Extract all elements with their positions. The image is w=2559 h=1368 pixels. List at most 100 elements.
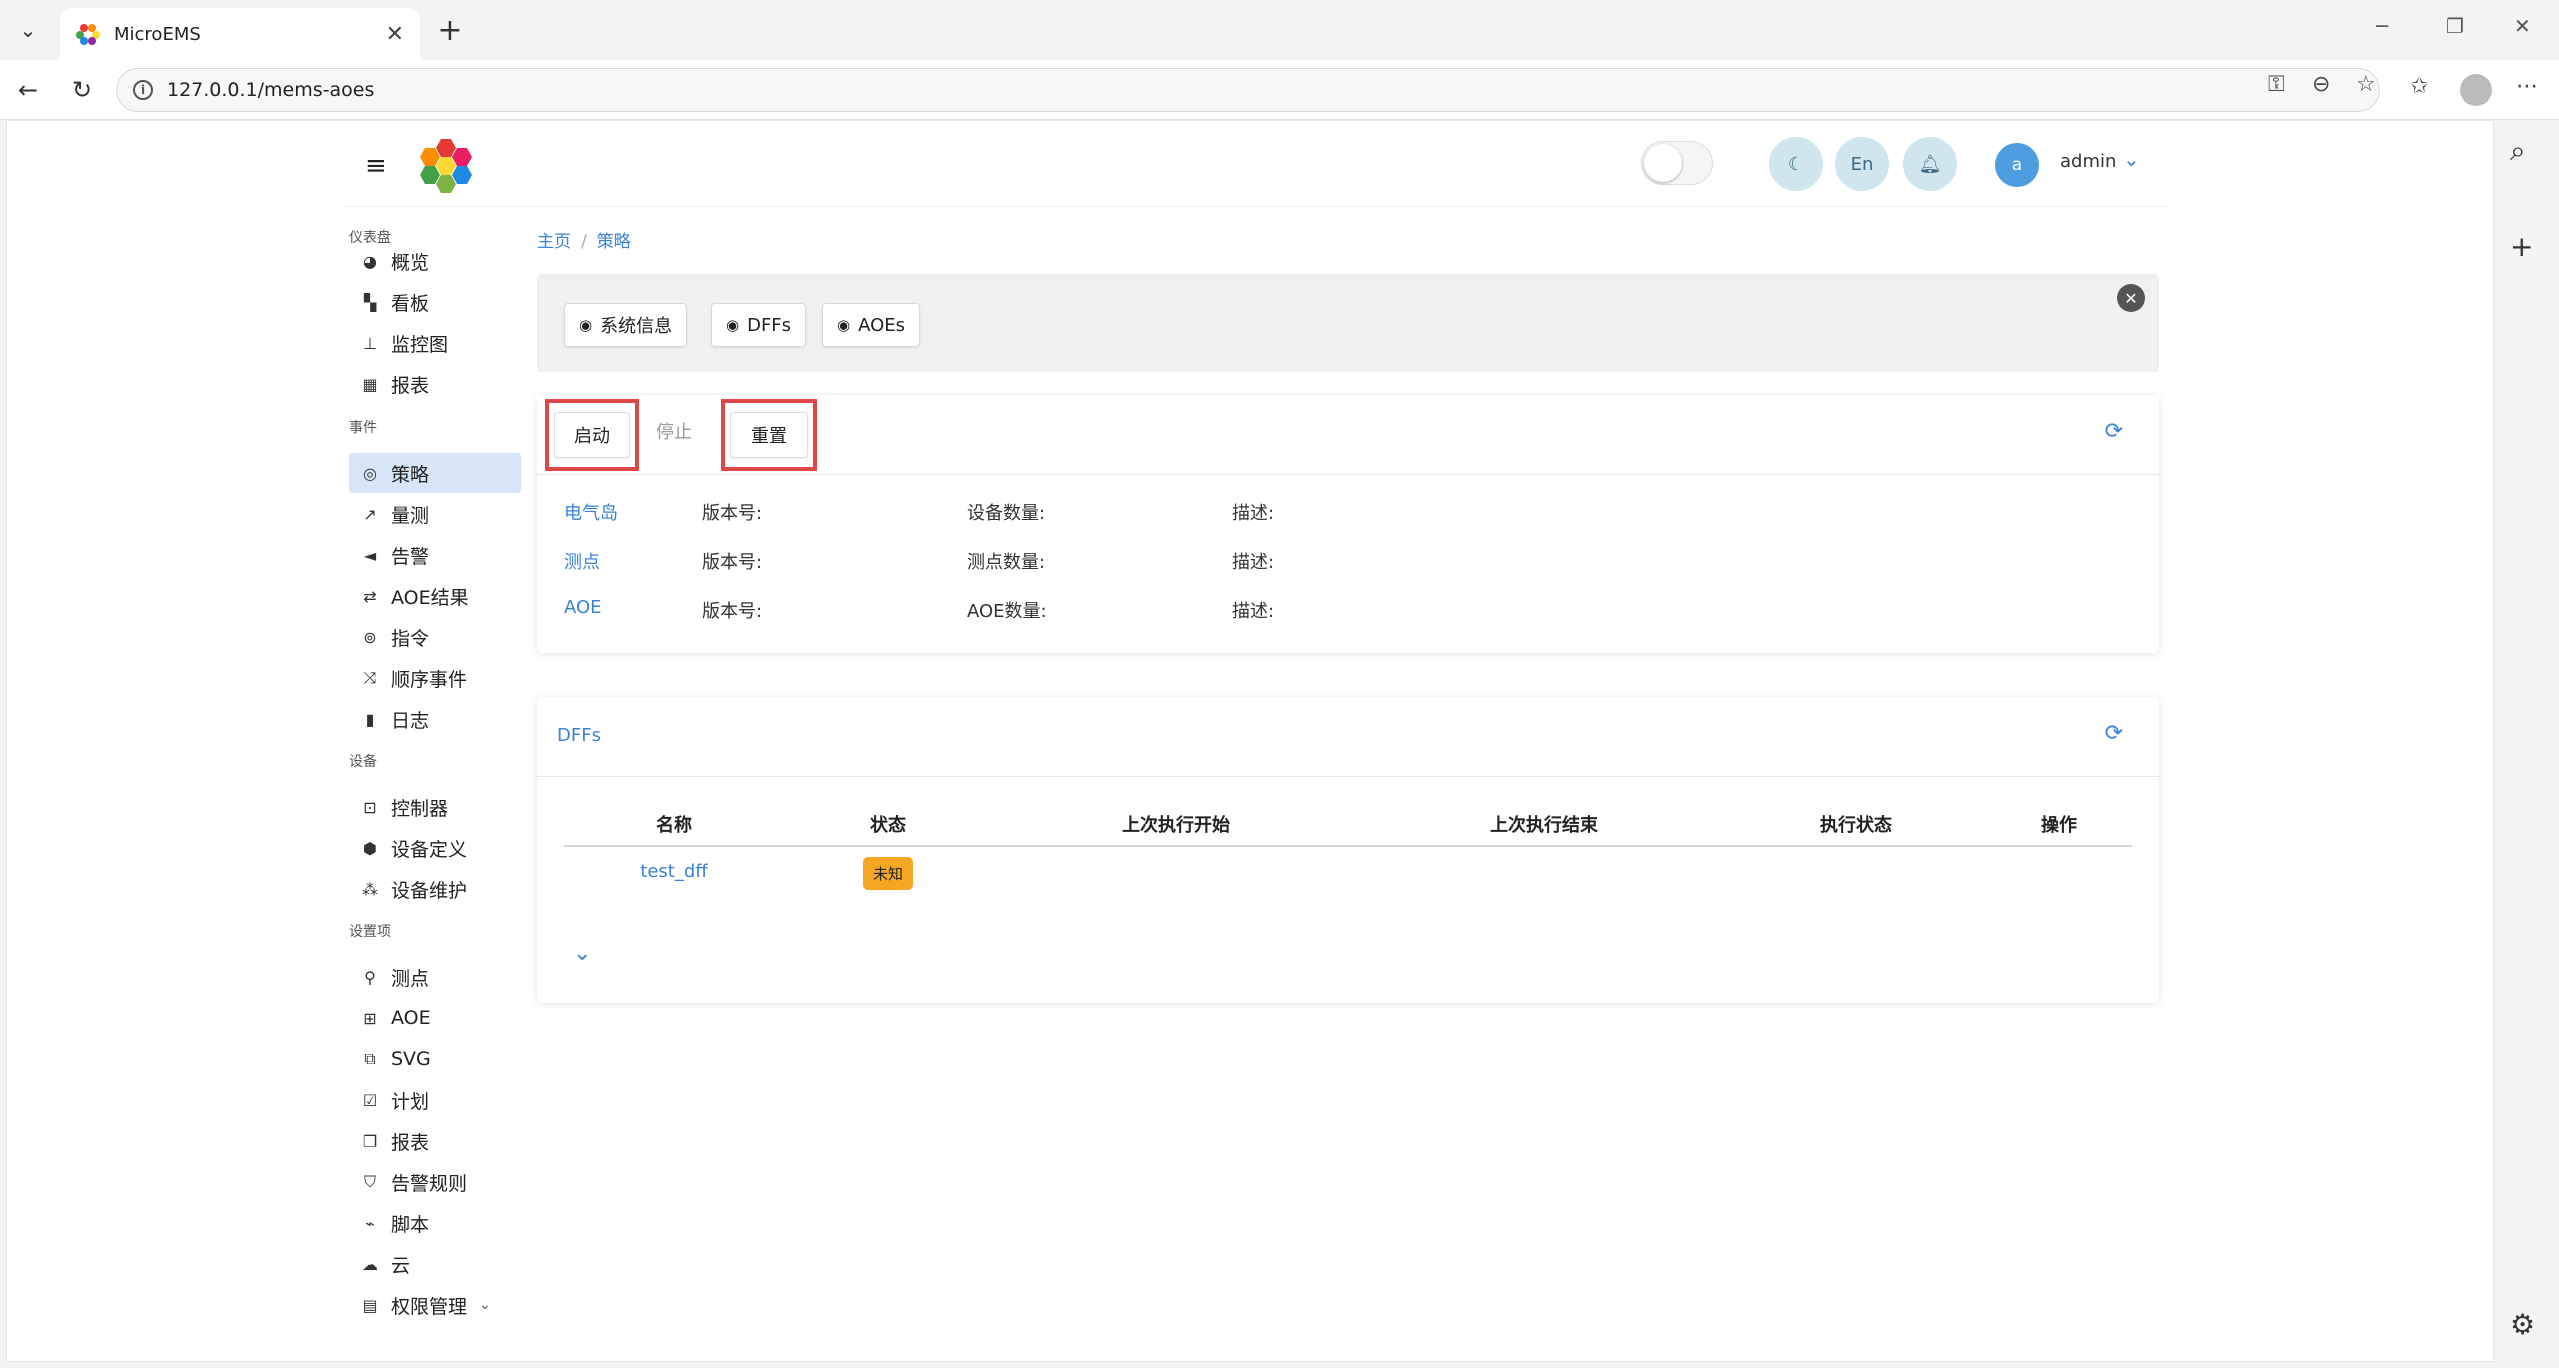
sidebar-item-aoe-result[interactable]: ⇄ AOE结果 <box>349 576 521 616</box>
tab-close-icon[interactable]: ✕ <box>386 22 404 47</box>
sidebar-item-label: 权限管理 <box>391 1295 468 1318</box>
window-close-icon[interactable]: ✕ <box>2514 14 2531 38</box>
sidebar-item-soe[interactable]: ⤨ 顺序事件 <box>349 658 521 698</box>
favorites-icon[interactable]: ✩ <box>2410 74 2428 99</box>
aoes-toggle-button[interactable]: ◉ AOEs <box>822 303 921 347</box>
tab-list-chevron-icon[interactable]: ⌄ <box>10 12 46 48</box>
start-button[interactable]: 启动 <box>554 412 630 458</box>
dff-name-link[interactable]: test_dff <box>640 861 707 882</box>
column-header-name[interactable]: 名称 <box>656 811 692 837</box>
favorite-star-icon[interactable]: ☆ <box>2356 72 2376 97</box>
sidebar-item-measure[interactable]: ↗ 量测 <box>349 494 521 534</box>
url-text[interactable]: 127.0.0.1/mems-aoes <box>167 79 374 101</box>
site-info-icon[interactable]: i <box>133 80 153 100</box>
page-viewport: ≡ ☾ En 🔔︎ a admin ⌄ 仪表盘 ◕ 概览 ▚ 看板 ⊥ 监控图 ▦ 报表… <box>6 120 2494 1362</box>
dff-card-title[interactable]: DFFs <box>557 725 601 746</box>
settings-gear-icon[interactable]: ⚙ <box>2510 1308 2535 1341</box>
hamburger-menu-icon[interactable]: ≡ <box>365 151 387 181</box>
sidebar-item-command[interactable]: ⊚ 指令 <box>349 617 521 657</box>
add-icon[interactable]: + <box>2510 230 2533 263</box>
tab-title: MicroEMS <box>114 23 201 45</box>
microems-favicon-icon <box>76 24 100 45</box>
sidebar-item-plan[interactable]: ☑ 计划 <box>349 1080 521 1120</box>
sidebar-item-device-maint[interactable]: ⁂ 设备维护 <box>349 869 521 909</box>
sidebar-item-label: 看板 <box>391 292 430 315</box>
dashboard-icon: ◕ <box>363 251 377 271</box>
sidebar-item-label: 报表 <box>391 374 430 397</box>
theme-toggle-switch[interactable] <box>1641 141 1713 185</box>
column-header-last-start[interactable]: 上次执行开始 <box>1122 811 1230 837</box>
column-header-last-end[interactable]: 上次执行结束 <box>1490 811 1598 837</box>
sidebar-item-cloud[interactable]: ☁ 云 <box>349 1244 521 1284</box>
zoom-icon[interactable]: ⊖ <box>2312 72 2330 97</box>
browser-tab[interactable]: MicroEMS ✕ <box>60 8 420 60</box>
sidebar-item-alarm-rules[interactable]: ⛉ 告警规则 <box>349 1162 521 1202</box>
random-icon: ⤨ <box>363 668 377 687</box>
board-icon: ▚ <box>363 292 377 312</box>
info-toggle-panel: ◉ 系统信息 ◉ DFFs ◉ AOEs ✕ <box>537 274 2159 372</box>
card-header: DFFs ⟳ <box>537 697 2159 777</box>
dffs-toggle-button[interactable]: ◉ DFFs <box>711 303 807 347</box>
column-header-exec-status[interactable]: 执行状态 <box>1820 811 1892 837</box>
refresh-icon[interactable]: ⟳ <box>2105 419 2123 444</box>
table-icon: ▦ <box>362 374 378 394</box>
breadcrumb-home[interactable]: 主页 <box>537 232 571 252</box>
system-info-toggle-button[interactable]: ◉ 系统信息 <box>564 303 688 347</box>
sidebar-item-label: 云 <box>391 1254 411 1277</box>
refresh-icon[interactable]: ⟳ <box>2105 721 2123 746</box>
reload-icon[interactable]: ↻ <box>66 74 98 106</box>
sidebar-item-script[interactable]: ⌁ 脚本 <box>349 1203 521 1243</box>
reset-button[interactable]: 重置 <box>730 412 808 458</box>
sidebar-item-monitor[interactable]: ⊥ 监控图 <box>349 323 521 363</box>
chevron-down-icon[interactable]: ⌄ <box>2123 147 2140 171</box>
user-avatar[interactable]: a <box>1995 143 2039 187</box>
sidebar-item-controller[interactable]: ⊡ 控制器 <box>349 787 521 827</box>
key-icon[interactable]: ⚿ <box>2268 72 2285 97</box>
sidebar-item-label: 测点 <box>391 967 430 990</box>
profile-avatar[interactable] <box>2460 74 2492 106</box>
back-icon[interactable]: ← <box>12 74 44 106</box>
column-header-actions[interactable]: 操作 <box>2041 811 2077 837</box>
dark-mode-moon-icon[interactable]: ☾ <box>1769 137 1823 191</box>
search-icon[interactable]: ⌕ <box>2510 134 2526 168</box>
stop-button[interactable]: 停止 <box>641 408 707 454</box>
sidebar-item-point[interactable]: ⚲ 测点 <box>349 957 521 997</box>
chip-label: AOEs <box>858 314 906 336</box>
sidebar-item-log[interactable]: ▮ 日志 <box>349 699 521 739</box>
sidebar-item-aoe[interactable]: ⊞ AOE <box>349 998 521 1038</box>
sidebar-item-device-def[interactable]: ⬢ 设备定义 <box>349 828 521 868</box>
minimize-icon[interactable]: ─ <box>2376 14 2388 38</box>
sidebar-item-strategy[interactable]: ◎ 策略 <box>349 453 521 493</box>
version-label: 版本号: <box>702 552 763 573</box>
sidebar-item-overview[interactable]: ◕ 概览 <box>349 241 521 281</box>
breadcrumb-current[interactable]: 策略 <box>597 232 631 252</box>
cube-icon: ⬢ <box>363 838 377 858</box>
sidebar-item-svg[interactable]: ⧉ SVG <box>349 1039 521 1079</box>
notification-bell-icon[interactable]: 🔔︎ <box>1903 137 1957 191</box>
cubes-icon: ⁂ <box>362 879 378 899</box>
book-icon: ▮ <box>365 709 375 729</box>
chevron-down-icon[interactable]: ⌄ <box>573 941 591 966</box>
language-button[interactable]: En <box>1835 137 1889 191</box>
sidebar-item-board[interactable]: ▚ 看板 <box>349 282 521 322</box>
point-link[interactable]: 测点 <box>564 548 600 574</box>
address-bar[interactable]: i 127.0.0.1/mems-aoes <box>116 68 2380 112</box>
restore-icon[interactable]: ❐ <box>2446 14 2464 38</box>
sidebar-item-label: AOE <box>391 1007 431 1029</box>
aoe-link[interactable]: AOE <box>564 597 602 618</box>
username-label[interactable]: admin <box>2060 151 2116 172</box>
chip-label: DFFs <box>747 314 792 336</box>
bullhorn-icon: ◄ <box>363 545 377 565</box>
sidebar-item-permissions[interactable]: ▤ 权限管理 ⌄ <box>349 1285 521 1325</box>
more-menu-icon[interactable]: ⋯ <box>2516 74 2538 99</box>
sidebar-item-report[interactable]: ▦ 报表 <box>349 364 521 404</box>
sidebar-item-alarm[interactable]: ◄ 告警 <box>349 535 521 575</box>
sidebar-item-label: 顺序事件 <box>391 668 468 691</box>
sidebar-item-report-settings[interactable]: ❐ 报表 <box>349 1121 521 1161</box>
island-link[interactable]: 电气岛 <box>564 499 618 525</box>
column-header-status[interactable]: 状态 <box>870 811 906 837</box>
new-tab-icon[interactable]: + <box>432 12 468 48</box>
sitemap-icon: ⊥ <box>363 333 377 353</box>
close-circle-icon[interactable]: ✕ <box>2117 284 2145 312</box>
sidebar-item-label: 报表 <box>391 1131 430 1154</box>
